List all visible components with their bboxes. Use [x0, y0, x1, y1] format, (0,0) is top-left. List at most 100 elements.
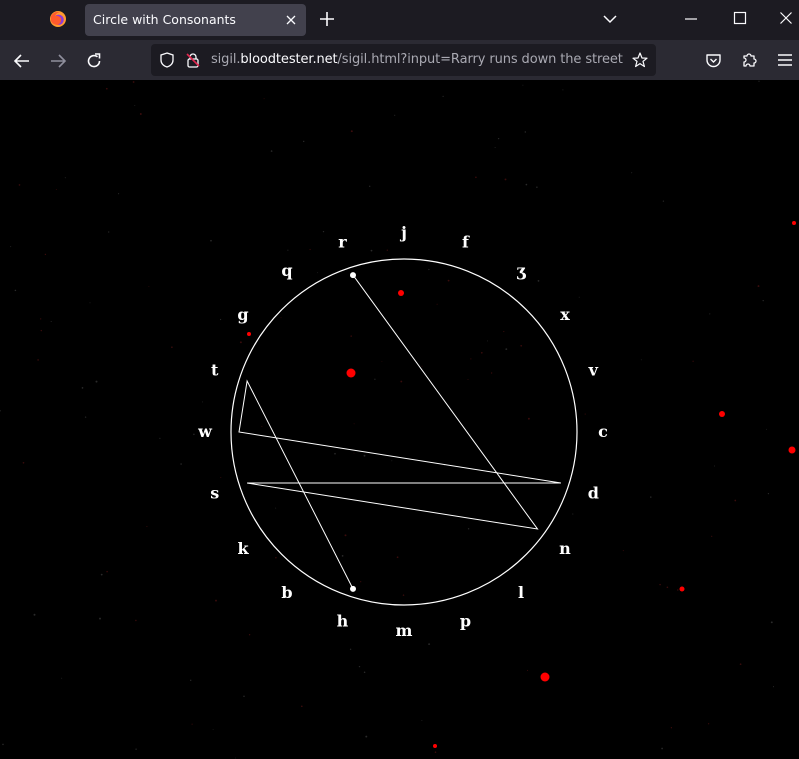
- star-speck: [536, 186, 538, 189]
- star-speck: [309, 248, 311, 251]
- star-speck: [402, 594, 405, 596]
- chevron-down-icon[interactable]: [603, 12, 617, 26]
- reload-icon[interactable]: [85, 52, 103, 70]
- star-speck: [193, 433, 195, 436]
- star-speck: [505, 348, 508, 350]
- ring-letter-w: w: [197, 422, 213, 441]
- star-speck: [757, 285, 760, 288]
- star-speck: [220, 318, 222, 321]
- star-speck: [139, 113, 142, 115]
- red-dot: [346, 368, 356, 378]
- star-speck: [322, 230, 325, 233]
- star-speck: [692, 360, 694, 362]
- star-speck: [353, 423, 355, 425]
- ring-letter-k: k: [237, 539, 249, 558]
- minimize-icon[interactable]: [684, 12, 698, 26]
- star-speck: [394, 114, 396, 116]
- star-speck: [64, 177, 66, 179]
- star-speck: [421, 365, 423, 367]
- star-speck: [527, 417, 530, 420]
- star-speck: [135, 619, 137, 622]
- star-speck: [61, 677, 63, 679]
- star-speck: [220, 477, 222, 478]
- firefox-logo-icon: [50, 11, 66, 27]
- star-speck: [767, 493, 770, 495]
- star-speck: [40, 329, 42, 332]
- star-speck: [386, 249, 388, 251]
- star-speck: [360, 581, 362, 583]
- star-speck: [134, 104, 136, 106]
- star-speck: [353, 452, 355, 454]
- bookmark-star-icon[interactable]: [632, 52, 648, 68]
- star-speck: [381, 361, 383, 363]
- red-dot: [719, 411, 725, 417]
- star-speck: [118, 193, 120, 195]
- star-speck: [159, 437, 161, 439]
- star-speck: [487, 340, 488, 342]
- shield-icon[interactable]: [159, 52, 175, 68]
- close-tab-icon[interactable]: [284, 13, 298, 27]
- star-speck: [202, 401, 204, 403]
- star-speck: [334, 452, 336, 455]
- star-speck: [762, 299, 764, 302]
- star-speck: [146, 525, 148, 528]
- star-speck: [739, 663, 742, 666]
- star-speck: [436, 303, 438, 305]
- star-speck: [344, 534, 347, 537]
- star-speck: [234, 757, 236, 759]
- ring-letter-t: t: [211, 361, 219, 380]
- star-speck: [631, 172, 633, 174]
- close-window-icon[interactable]: [779, 11, 793, 25]
- sigil-page: j f ʒ x v c d n l p m h b k s w t g q r: [0, 80, 799, 759]
- hamburger-menu-icon[interactable]: [777, 53, 793, 67]
- star-speck: [239, 341, 242, 344]
- star-speck: [350, 335, 352, 337]
- new-tab-plus-icon[interactable]: [319, 11, 335, 27]
- star-speck: [428, 643, 431, 646]
- star-speck: [105, 87, 108, 90]
- star-speck: [640, 359, 642, 361]
- red-dot: [398, 290, 404, 296]
- ring-letter-f: f: [462, 233, 470, 252]
- star-speck: [525, 183, 528, 186]
- star-speck: [666, 586, 669, 589]
- star-speck: [374, 378, 376, 380]
- star-speck: [349, 648, 352, 650]
- star-speck: [562, 89, 564, 91]
- back-arrow-icon[interactable]: [13, 52, 31, 70]
- red-dot: [792, 221, 796, 225]
- tab-active[interactable]: Circle with Consonants: [85, 4, 306, 36]
- star-speck: [428, 268, 430, 271]
- star-speck: [302, 140, 305, 143]
- url-bar[interactable]: sigil.bloodtester.net/sigil.html?input=R…: [151, 44, 656, 76]
- star-speck: [713, 465, 715, 467]
- star-speck: [709, 313, 711, 315]
- star-speck: [215, 599, 217, 602]
- star-speck: [363, 454, 366, 457]
- star-speck: [33, 613, 36, 616]
- tab-title: Circle with Consonants: [93, 12, 236, 27]
- forward-arrow-icon[interactable]: [49, 52, 67, 70]
- ring-letter-d: d: [588, 484, 599, 503]
- navigation-bar: sigil.bloodtester.net/sigil.html?input=R…: [0, 40, 799, 80]
- ring-letter-r: r: [338, 233, 347, 252]
- star-speck: [365, 735, 368, 738]
- star-speck: [50, 320, 52, 323]
- pocket-icon[interactable]: [705, 52, 722, 69]
- star-speck: [490, 372, 493, 374]
- star-speck: [317, 272, 319, 274]
- star-speck: [711, 535, 713, 537]
- background-star-field: [0, 80, 775, 759]
- star-speck: [677, 589, 679, 591]
- star-speck: [95, 380, 98, 383]
- star-speck: [522, 84, 524, 86]
- star-speck: [504, 178, 507, 181]
- star-speck: [650, 496, 652, 498]
- star-speck: [520, 344, 523, 347]
- insecure-lock-icon[interactable]: [185, 52, 201, 68]
- star-speck: [396, 556, 399, 559]
- star-speck: [421, 719, 423, 721]
- star-speck: [287, 249, 289, 251]
- maximize-icon[interactable]: [733, 11, 747, 25]
- extensions-puzzle-icon[interactable]: [741, 51, 758, 68]
